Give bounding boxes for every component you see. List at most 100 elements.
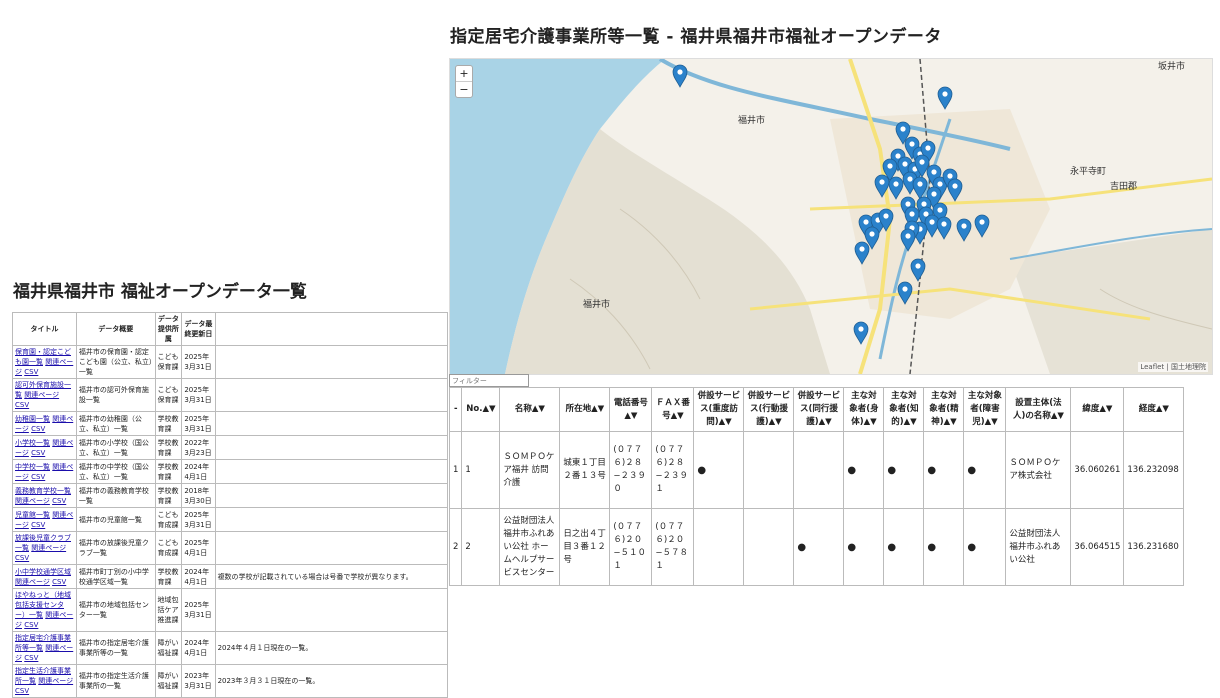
csv-link[interactable]: CSV — [24, 621, 38, 629]
check-cell: ● — [963, 508, 1007, 586]
title-cell: 義務教育学校一覧 関連ページ CSV — [12, 483, 77, 508]
dept-cell: こども育成課 — [154, 507, 183, 532]
col-header[interactable]: 所在地▲▼ — [559, 387, 611, 432]
related-page-link[interactable]: 関連ページ — [38, 677, 73, 685]
col-header[interactable]: No.▲▼ — [461, 387, 501, 432]
table-row: 中学校一覧 関連ページ CSV 福井市の中学校（国公立、私立）一覧 学校教育課 202… — [12, 459, 449, 484]
table-cell: 2 — [448, 508, 463, 586]
col-header[interactable]: 緯度▲▼ — [1070, 387, 1125, 432]
col-header[interactable]: 主な対象者(知的)▲▼ — [883, 387, 925, 432]
col-header[interactable]: 併設サービス(重度訪問)▲▼ — [693, 387, 745, 432]
filter-input[interactable] — [449, 374, 529, 387]
dataset-title-link[interactable]: 幼稚園一覧 — [15, 415, 50, 423]
table-cell: 公益財団法人 福井市ふれあい公社 ホームヘルプサービスセンター — [499, 508, 561, 586]
dataset-title-link[interactable]: 小学校一覧 — [15, 439, 50, 447]
summary-cell: 福井市の義務教育学校一覧 — [75, 483, 156, 508]
table-cell: (０７７６)２８−２３９０ — [609, 431, 653, 509]
dataset-title-link[interactable]: 小中学校通学区域 — [15, 568, 71, 576]
check-cell — [693, 508, 745, 586]
csv-link[interactable]: CSV — [31, 521, 45, 529]
note-cell — [214, 345, 449, 379]
csv-link[interactable]: CSV — [31, 449, 45, 457]
csv-link[interactable]: CSV — [31, 473, 45, 481]
date-cell: 2018年3月30日 — [181, 483, 216, 508]
table-row: 幼稚園一覧 関連ページ CSV 福井市の幼稚園（公立、私立）一覧 学校教育課 2025… — [12, 411, 449, 436]
dept-cell: 地域包括ケア推進課 — [154, 588, 183, 632]
col-header[interactable]: - — [448, 387, 463, 432]
table-row: 小学校一覧 関連ページ CSV 福井市の小学校（国公立、私立）一覧 学校教育課 202… — [12, 435, 449, 460]
open-data-table: タイトル データ概要 データ提供所属 データ最終更新日 保育園・認定こども園一覧… — [12, 312, 449, 698]
table-row: 指定居宅介護事業所等一覧 関連ページ CSV 福井市の指定居宅介護事業所等の一覧障… — [12, 631, 449, 665]
table-row: 認可外保育施設一覧 関連ページ CSV 福井市の認可外保育施設一覧 こども保育課 20… — [12, 378, 449, 412]
dataset-title-link[interactable]: 義務教育学校一覧 — [15, 487, 71, 495]
col-header[interactable]: 併設サービス(行動援護)▲▼ — [743, 387, 795, 432]
table-row: 指定生活介護事業所一覧 関連ページ CSV 福井市の指定生活介護事業所の一覧 障がい… — [12, 664, 449, 698]
related-page-link[interactable]: 関連ページ — [15, 578, 50, 586]
check-cell: ● — [843, 508, 885, 586]
col-header[interactable]: ＦＡＸ番号▲▼ — [651, 387, 695, 432]
table-cell: 36.060261 — [1070, 431, 1125, 509]
date-cell: 2025年3月31日 — [181, 378, 216, 412]
col-header[interactable]: 主な対象者(精神)▲▼ — [923, 387, 965, 432]
csv-link[interactable]: CSV — [24, 368, 38, 376]
csv-link[interactable]: CSV — [15, 401, 29, 409]
dept-cell: 学校教育課 — [154, 459, 183, 484]
zoom-in-button[interactable]: + — [456, 66, 472, 81]
dept-cell: 学校教育課 — [154, 483, 183, 508]
col-header[interactable]: 電話番号▲▼ — [609, 387, 653, 432]
map-tiles: 福井市 福井市 坂井市 永平寺町 吉田郡 — [450, 59, 1212, 374]
title-cell: 認可外保育施設一覧 関連ページ CSV — [12, 378, 77, 412]
note-cell — [214, 435, 449, 460]
dataset-title-link[interactable]: 児童館一覧 — [15, 511, 50, 519]
csv-link[interactable]: CSV — [15, 687, 29, 695]
open-data-list-page: 福井県福井市 福祉オープンデータ一覧 タイトル データ概要 データ提供所属 デー… — [0, 262, 449, 698]
summary-cell: 福井市の児童館一覧 — [75, 507, 156, 532]
map-attribution[interactable]: Leaflet | 国土地理院 — [1138, 362, 1208, 372]
map-marker-icon[interactable] — [937, 86, 953, 110]
title-cell: 放課後児童クラブ一覧 関連ページ CSV — [12, 531, 77, 565]
col-header[interactable]: 経度▲▼ — [1123, 387, 1185, 432]
note-cell: 2024年４月１日現在の一覧。 — [214, 631, 449, 665]
related-page-link[interactable]: 関連ページ — [15, 497, 50, 505]
table-row: 児童館一覧 関連ページ CSV 福井市の児童館一覧 こども育成課 2025年3月31日 — [12, 507, 449, 532]
col-header[interactable]: 主な対象者(身体)▲▼ — [843, 387, 885, 432]
note-cell — [214, 588, 449, 632]
table-header-row: タイトル データ概要 データ提供所属 データ最終更新日 — [12, 312, 449, 346]
zoom-control: + − — [455, 65, 473, 98]
csv-link[interactable]: CSV — [31, 425, 45, 433]
dept-cell: 学校教育課 — [154, 411, 183, 436]
table-row: ほやねっと（地域包括支援センター）一覧 関連ページ CSV 福井市の地域包括センタ… — [12, 588, 449, 632]
dataset-title-link[interactable]: 中学校一覧 — [15, 463, 50, 471]
title-cell: 保育園・認定こども園一覧 関連ページ CSV — [12, 345, 77, 379]
col-header: データ概要 — [75, 312, 156, 346]
map-label: 永平寺町 — [1070, 165, 1106, 177]
summary-cell: 福井市の地域包括センター一覧 — [75, 588, 156, 632]
date-cell: 2025年3月31日 — [181, 507, 216, 532]
map-marker-icon[interactable] — [672, 64, 688, 88]
facility-map[interactable]: 福井市 福井市 坂井市 永平寺町 吉田郡 + − Leaflet | 国土地理院 — [449, 58, 1213, 375]
col-header[interactable]: 設置主体(法人)の名称▲▼ — [1005, 387, 1072, 432]
col-header[interactable]: 主な対象者(障害児)▲▼ — [963, 387, 1007, 432]
related-page-link[interactable]: 関連ページ — [24, 391, 59, 399]
note-cell — [214, 531, 449, 565]
csv-link[interactable]: CSV — [52, 578, 66, 586]
table-cell: 1 — [461, 431, 501, 509]
csv-link[interactable]: CSV — [24, 654, 38, 662]
title-cell: ほやねっと（地域包括支援センター）一覧 関連ページ CSV — [12, 588, 77, 632]
map-marker-icon[interactable] — [853, 321, 869, 345]
title-cell: 小学校一覧 関連ページ CSV — [12, 435, 77, 460]
col-header[interactable]: 名称▲▼ — [499, 387, 561, 432]
note-cell — [214, 459, 449, 484]
csv-link[interactable]: CSV — [15, 554, 29, 562]
col-header[interactable]: 併設サービス(同行援護)▲▼ — [793, 387, 845, 432]
table-cell: (０７７６)２０−５１０１ — [609, 508, 653, 586]
col-header: データ最終更新日 — [181, 312, 216, 346]
csv-link[interactable]: CSV — [52, 497, 66, 505]
dept-cell: 障がい福祉課 — [154, 631, 183, 665]
date-cell: 2022年3月23日 — [181, 435, 216, 460]
related-page-link[interactable]: 関連ページ — [31, 544, 66, 552]
col-header: データ提供所属 — [154, 312, 183, 346]
zoom-out-button[interactable]: − — [456, 81, 472, 97]
check-cell: ● — [793, 508, 845, 586]
map-label: 坂井市 — [1158, 60, 1185, 72]
